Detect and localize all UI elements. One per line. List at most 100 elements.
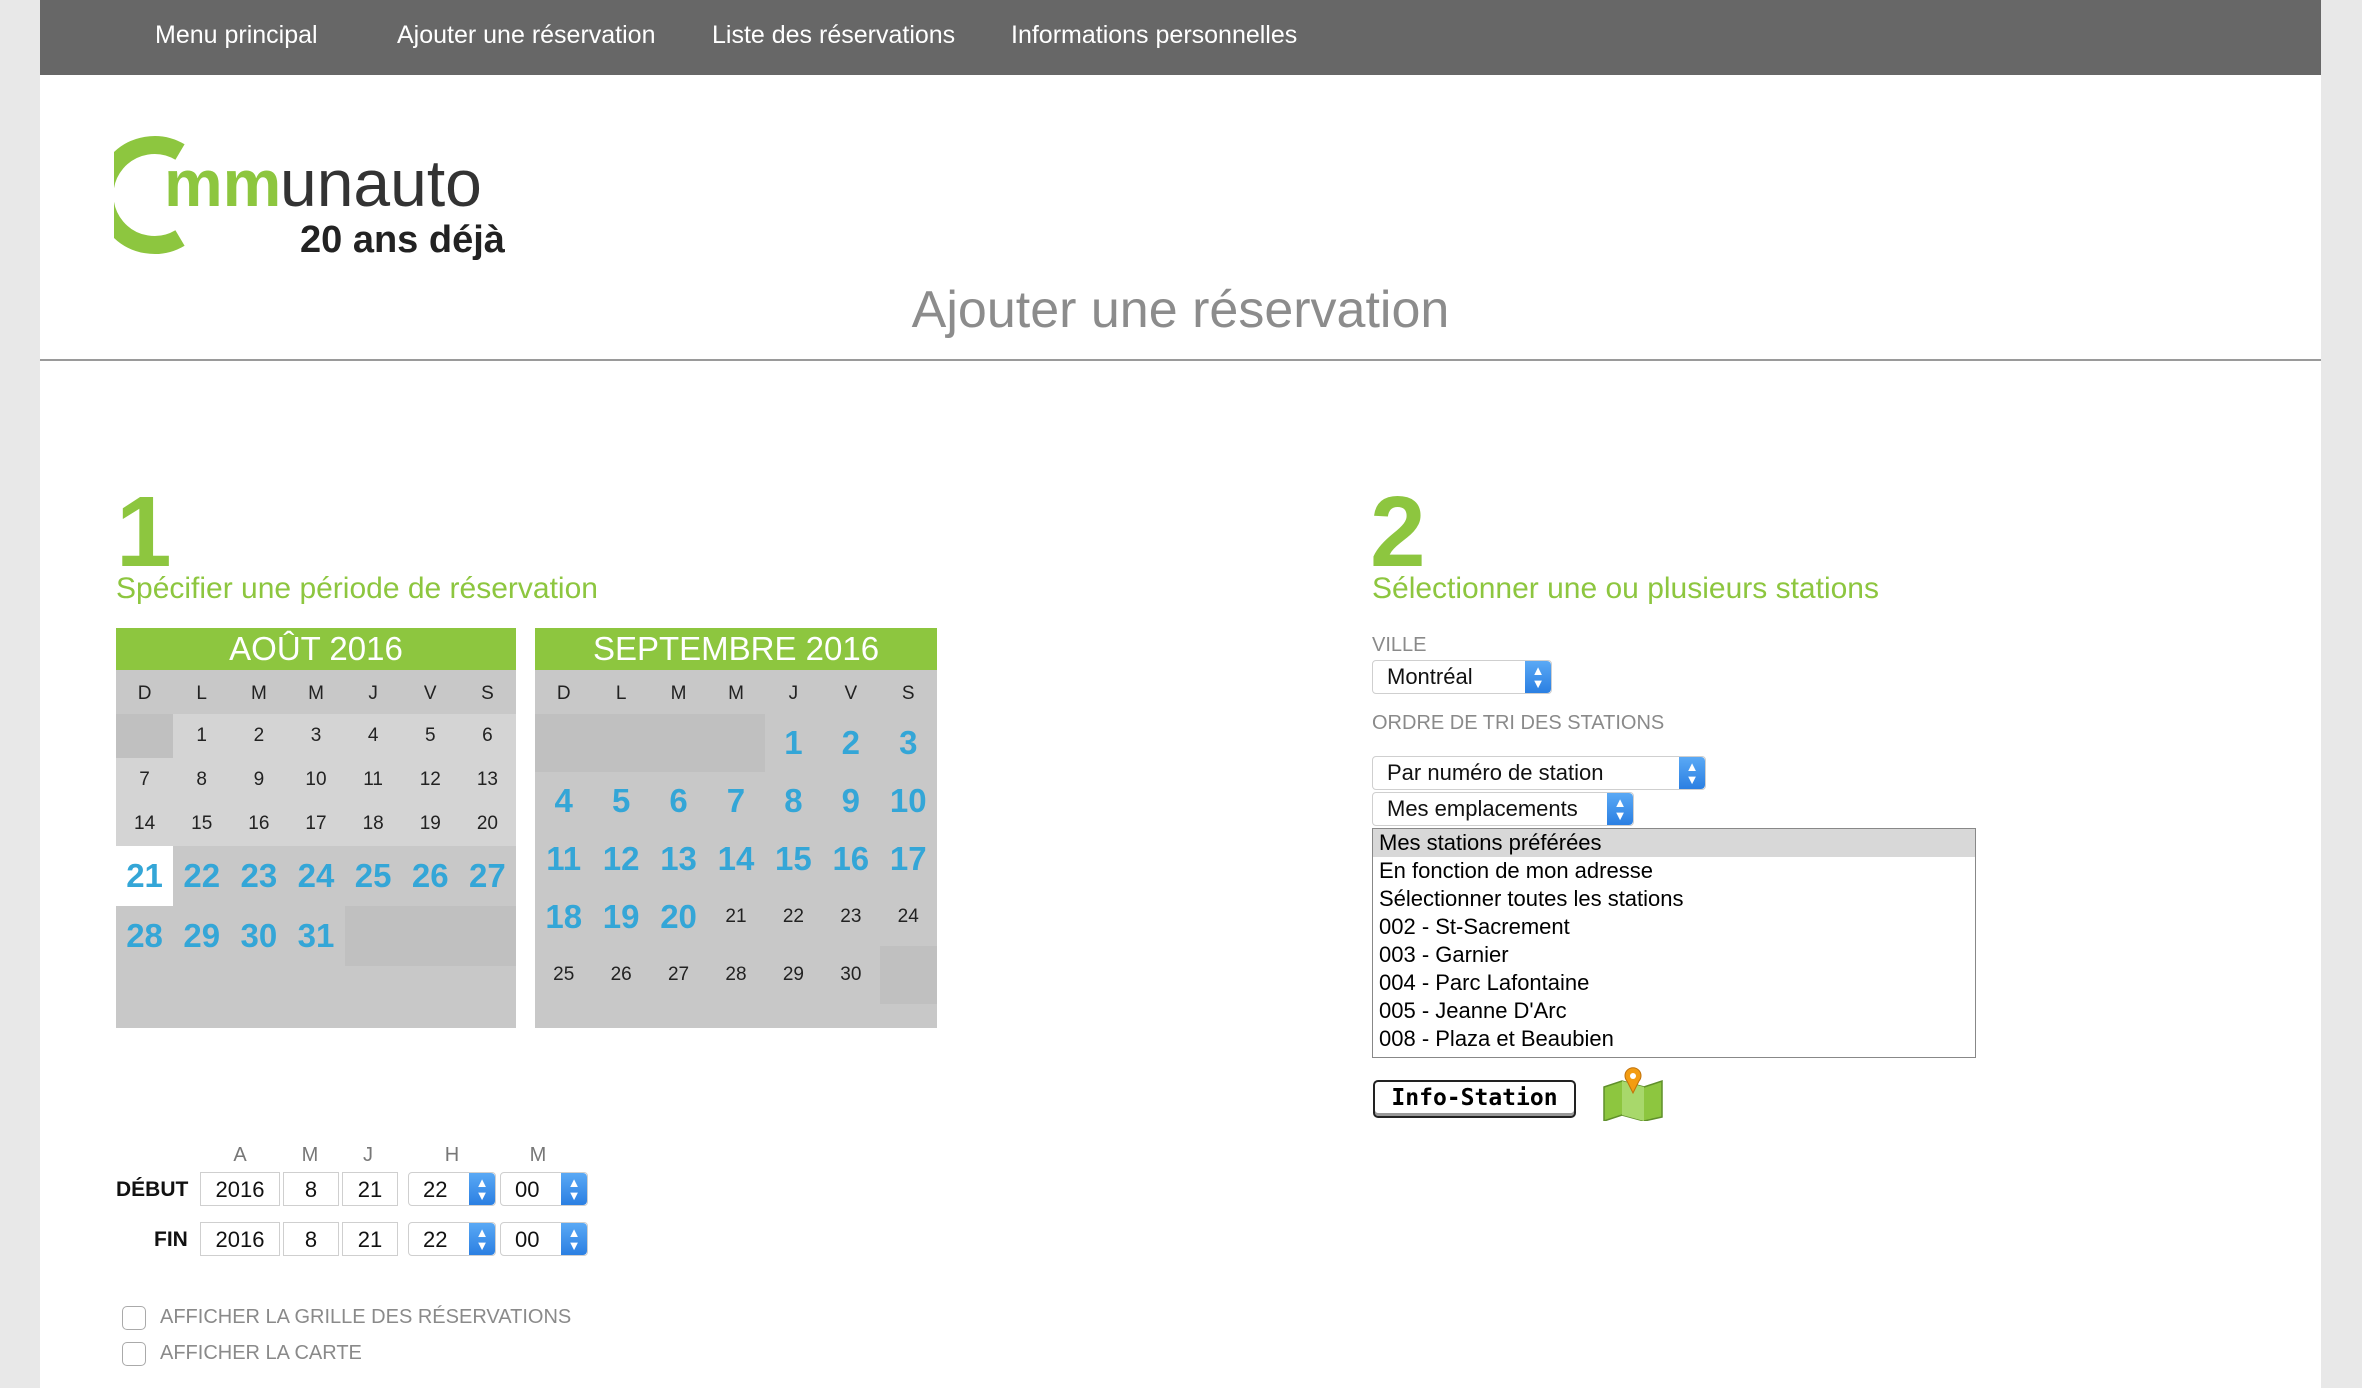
- calendar-day-available[interactable]: 20: [650, 888, 707, 946]
- chevron-updown-icon: ▲ ▼: [1607, 793, 1633, 825]
- calendar-day: 26: [610, 964, 632, 985]
- station-listbox[interactable]: Mes stations préférées En fonction de mon…: [1372, 828, 1976, 1058]
- calendar-day-available[interactable]: 11: [535, 830, 592, 888]
- station-option[interactable]: Mes stations préférées: [1373, 829, 1975, 857]
- calendar-empty-cell: [116, 714, 174, 758]
- sort-label: ORDRE DE TRI DES STATIONS: [1372, 712, 1665, 734]
- station-option[interactable]: 008 - Plaza et Beaubien: [1373, 1025, 1975, 1053]
- start-day-input[interactable]: 21: [342, 1172, 398, 1206]
- show-grid-checkbox[interactable]: [122, 1306, 146, 1330]
- station-option[interactable]: Sélectionner toutes les stations: [1373, 885, 1975, 913]
- calendar-day-available[interactable]: 28: [116, 906, 173, 966]
- calendar-day-available[interactable]: 13: [650, 830, 707, 888]
- end-month-input[interactable]: 8: [283, 1222, 339, 1256]
- start-year-input[interactable]: 2016: [200, 1172, 280, 1206]
- calendar-day-available[interactable]: 18: [535, 888, 592, 946]
- calendar-day-available[interactable]: 29: [173, 906, 230, 966]
- calendar-day-available[interactable]: 5: [592, 772, 649, 830]
- end-day-input[interactable]: 21: [342, 1222, 398, 1256]
- location-value: Mes emplacements: [1387, 796, 1578, 821]
- calendar-day-available[interactable]: 24: [287, 846, 344, 906]
- show-map-checkbox[interactable]: [122, 1342, 146, 1366]
- start-hour-value: 22: [423, 1177, 448, 1202]
- calendar-day-available[interactable]: 23: [230, 846, 287, 906]
- svg-text:20 ans déjà !: 20 ans déjà !: [300, 219, 514, 261]
- step-1-number: 1: [116, 476, 172, 588]
- calendar-day: 5: [401, 714, 459, 758]
- nav-ajouter-reservation[interactable]: Ajouter une réservation: [397, 0, 655, 75]
- calendar-day-available[interactable]: 17: [880, 830, 937, 888]
- nav-informations-personnelles[interactable]: Informations personnelles: [1011, 0, 1297, 75]
- page: Menu principal Ajouter une réservation L…: [40, 0, 2321, 1388]
- calendar-day-available[interactable]: 22: [173, 846, 230, 906]
- calendar-day-available[interactable]: 1: [765, 714, 822, 772]
- calendar-august-2016: AOÛT 2016 D L M M J V S 1 2 3 4 5 6 7 8 9 10 11 12 13 14 15 16 1…: [116, 628, 516, 1028]
- title-divider: [40, 359, 2321, 361]
- calendar-day-available[interactable]: 9: [822, 772, 879, 830]
- calendar-day: 4: [344, 714, 402, 758]
- calendar-day: 3: [287, 714, 345, 758]
- end-year-input[interactable]: 2016: [200, 1222, 280, 1256]
- step-1-heading: Spécifier une période de réservation: [116, 572, 598, 605]
- weekday-label: M: [670, 683, 687, 704]
- calendar-day-available[interactable]: 10: [880, 772, 937, 830]
- show-grid-label: AFFICHER LA GRILLE DES RÉSERVATIONS: [160, 1306, 572, 1328]
- calendar-day-available[interactable]: 30: [230, 906, 287, 966]
- calendar-day-available[interactable]: 19: [592, 888, 649, 946]
- svg-text:mm: mm: [164, 146, 281, 220]
- station-option[interactable]: 002 - St-Sacrement: [1373, 913, 1975, 941]
- end-hour-value: 22: [423, 1227, 448, 1252]
- station-option[interactable]: 004 - Parc Lafontaine: [1373, 969, 1975, 997]
- calendar-day-available[interactable]: 25: [345, 846, 402, 906]
- station-option[interactable]: En fonction de mon adresse: [1373, 857, 1975, 885]
- end-hour-select[interactable]: 22 ▲ ▼: [408, 1222, 496, 1256]
- calendar-day-available[interactable]: 14: [707, 830, 764, 888]
- calendar-empty-cell: [592, 714, 650, 772]
- chevron-updown-icon: ▲ ▼: [1679, 757, 1705, 789]
- calendar-day-available[interactable]: 16: [822, 830, 879, 888]
- calendar-empty-cell: [535, 714, 593, 772]
- calendar-day: 17: [287, 802, 345, 846]
- city-select[interactable]: Montréal ▲ ▼: [1372, 660, 1552, 694]
- start-label: DÉBUT: [116, 1178, 189, 1201]
- calendar-empty-cell: [707, 714, 765, 772]
- calendar-day-available[interactable]: 21: [116, 846, 174, 906]
- nav-liste-reservations[interactable]: Liste des réservations: [712, 0, 955, 75]
- weekday-label: S: [901, 683, 915, 704]
- start-month-input[interactable]: 8: [283, 1172, 339, 1206]
- info-station-button[interactable]: Info-Station: [1373, 1080, 1576, 1118]
- map-pin-icon[interactable]: [1600, 1063, 1666, 1123]
- calendar-day: 12: [401, 758, 459, 802]
- weekday-label: J: [788, 683, 799, 704]
- calendar-day-available[interactable]: 15: [765, 830, 822, 888]
- calendar-day-available[interactable]: 31: [287, 906, 344, 966]
- calendar-week-row: 123: [535, 714, 937, 772]
- calendar-day: 19: [401, 802, 459, 846]
- calendar-month-title: AOÛT 2016: [116, 628, 516, 670]
- calendar-day: 23: [840, 906, 862, 927]
- calendar-day-available[interactable]: 6: [650, 772, 707, 830]
- sort-select[interactable]: Par numéro de station ▲ ▼: [1372, 756, 1706, 790]
- calendar-day: 29: [782, 964, 804, 985]
- start-minute-select[interactable]: 00 ▲ ▼: [500, 1172, 588, 1206]
- station-option[interactable]: 005 - Jeanne D'Arc: [1373, 997, 1975, 1025]
- start-hour-select[interactable]: 22 ▲ ▼: [408, 1172, 496, 1206]
- end-minute-select[interactable]: 00 ▲ ▼: [500, 1222, 588, 1256]
- station-option[interactable]: 003 - Garnier: [1373, 941, 1975, 969]
- calendar-day-available[interactable]: 27: [459, 846, 516, 906]
- calendar-week-row: 18 19 20 21 22 23 24: [535, 888, 937, 946]
- calendar-day-available[interactable]: 4: [535, 772, 592, 830]
- calendar-day-available[interactable]: 12: [592, 830, 649, 888]
- location-select[interactable]: Mes emplacements ▲ ▼: [1372, 792, 1634, 826]
- calendar-day-available[interactable]: 8: [765, 772, 822, 830]
- calendar-day-available[interactable]: 2: [822, 714, 879, 772]
- chevron-updown-icon: ▲ ▼: [561, 1173, 587, 1205]
- calendar-day-available[interactable]: 3: [880, 714, 937, 772]
- calendar-day-available[interactable]: 26: [402, 846, 459, 906]
- communauto-logo[interactable]: mm unauto 20 ans déjà !: [95, 134, 528, 264]
- calendar-day: 6: [458, 714, 516, 758]
- calendar-day: 2: [230, 714, 288, 758]
- nav-menu-principal[interactable]: Menu principal: [155, 0, 318, 75]
- calendar-day-available[interactable]: 7: [707, 772, 764, 830]
- top-navigation: Menu principal Ajouter une réservation L…: [40, 0, 2321, 75]
